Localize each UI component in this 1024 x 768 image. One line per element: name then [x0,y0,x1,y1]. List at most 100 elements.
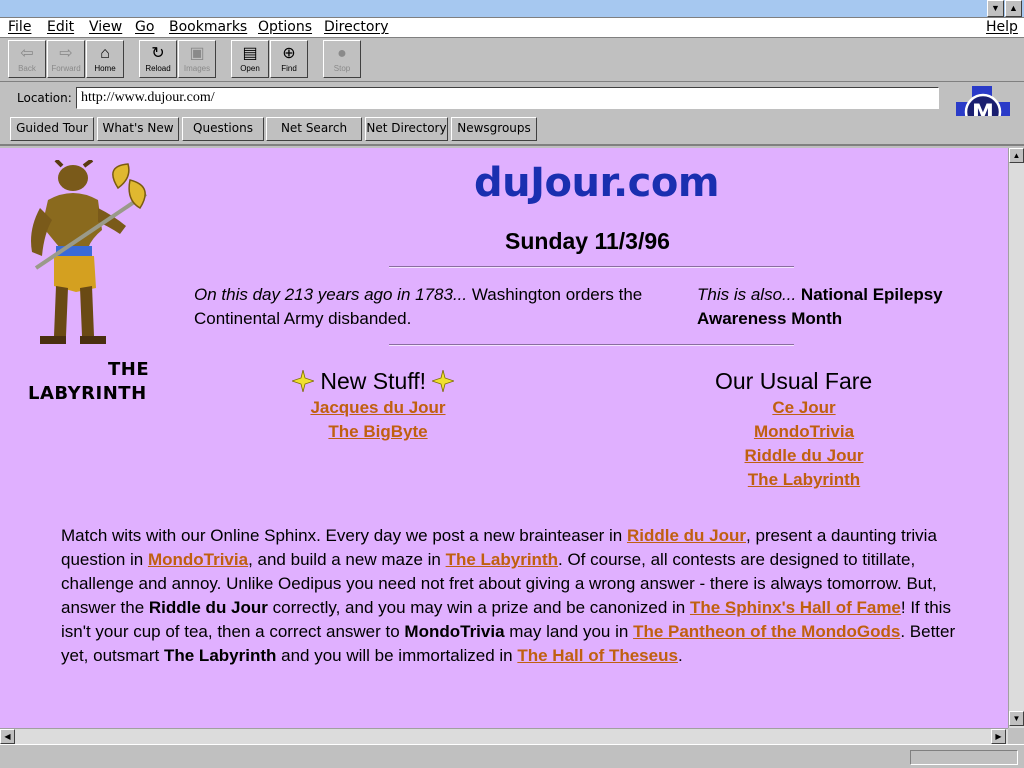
images-label: Images [183,64,211,73]
site-brand-title: duJour.com [474,160,720,206]
menu-edit[interactable]: Edit [47,19,74,35]
on-this-day-intro: On this day 213 years ago in 1783... [194,285,468,304]
intro-paragraph: Match wits with our Online Sphinx. Every… [61,524,961,668]
body-link[interactable]: The Labyrinth [446,550,558,569]
whats-new-button[interactable]: What's New [97,117,179,141]
page-content: THE LABYRINTH duJour.com Sunday 11/3/96 … [0,148,1008,728]
menu-file[interactable]: File [8,19,31,35]
body-link[interactable]: Riddle du Jour [627,526,746,545]
scrollbar-corner [1008,728,1024,744]
forward-arrow-icon: ⇨ [59,45,73,62]
home-button[interactable]: ⌂ Home [86,40,124,78]
body-bold-text: The Labyrinth [163,646,277,665]
stop-button[interactable]: ● Stop [323,40,361,78]
location-input[interactable]: http://www.dujour.com/ [76,87,939,109]
open-button[interactable]: ▤ Open [231,40,269,78]
body-text-segment: correctly, and you may win a prize and b… [267,598,690,617]
usual-fare-link-3: Riddle du Jour [704,446,904,466]
page-date: Sunday 11/3/96 [505,228,670,254]
divider [389,344,794,346]
maximize-button[interactable]: ▲ [1005,0,1022,17]
labyrinth-title-line2: LABYRINTH [28,383,147,404]
usual-fare-heading: Our Usual Fare [715,368,873,394]
directory-button-bar: Guided Tour What's New Questions Net Sea… [0,116,1024,146]
scroll-right-arrow-icon[interactable]: ▶ [991,729,1006,744]
window-title-bar: ▼ ▲ [0,0,1024,18]
mondotrivia-link[interactable]: MondoTrivia [754,422,854,441]
back-label: Back [18,64,36,73]
find-binoculars-icon: ⊕ [282,45,296,62]
images-icon: ▣ [189,45,205,62]
menu-directory[interactable]: Directory [324,19,389,35]
minotaur-illustration[interactable] [22,160,157,372]
jacques-du-jour-link[interactable]: Jacques du Jour [310,398,445,417]
open-label: Open [240,64,260,73]
this-is-also-intro: This is also... [697,285,797,304]
scroll-left-arrow-icon[interactable]: ◀ [0,729,15,744]
reload-label: Reload [145,64,171,73]
usual-fare-link-1: Ce Jour [704,398,904,418]
stop-icon: ● [337,45,347,62]
on-this-day-text: On this day 213 years ago in 1783... Was… [194,283,674,331]
home-icon: ⌂ [100,45,110,62]
body-text-segment: and you will be immortalized in [276,646,518,665]
riddle-du-jour-link[interactable]: Riddle du Jour [745,446,864,465]
images-button[interactable]: ▣ Images [178,40,216,78]
menu-options[interactable]: Options [258,19,312,35]
back-arrow-icon: ⇦ [20,45,34,62]
body-link[interactable]: The Sphinx's Hall of Fame [690,598,901,617]
newsgroups-button[interactable]: Newsgroups [451,117,537,141]
progress-indicator [910,750,1018,765]
guided-tour-button[interactable]: Guided Tour [10,117,94,141]
menu-go[interactable]: Go [135,19,154,35]
body-bold-text: Riddle du Jour [148,598,268,617]
body-text-segment: , and build a new maze in [248,550,446,569]
forward-label: Forward [51,64,81,73]
labyrinth-link[interactable]: The Labyrinth [748,470,860,489]
net-directory-button[interactable]: Net Directory [365,117,448,141]
ce-jour-link[interactable]: Ce Jour [772,398,835,417]
forward-button[interactable]: ⇨ Forward [47,40,85,78]
minimize-button[interactable]: ▼ [987,0,1004,17]
navigation-toolbar: ⇦ Back ⇨ Forward ⌂ Home ↻ Reload ▣ Image… [0,38,1024,82]
new-stuff-link-1: Jacques du Jour [278,398,478,418]
horizontal-scrollbar[interactable]: ◀ ▶ [0,728,1008,744]
find-button[interactable]: ⊕ Find [270,40,308,78]
divider [389,266,794,268]
net-search-button[interactable]: Net Search [266,117,362,141]
body-link[interactable]: The Hall of Theseus [517,646,678,665]
new-stuff-heading: New Stuff! [290,368,456,395]
location-bar: Location: http://www.dujour.com/ [0,82,1024,116]
stop-label: Stop [333,64,351,73]
home-label: Home [94,64,116,73]
menu-bar: File Edit View Go Bookmarks Options Dire… [0,18,1024,38]
body-link[interactable]: The Pantheon of the MondoGods [633,622,900,641]
this-is-also-text: This is also... National Epilepsy Awaren… [697,283,977,331]
new-stuff-title: New Stuff! [320,368,427,394]
reload-icon: ↻ [151,45,165,62]
status-bar [0,744,1024,768]
questions-button[interactable]: Questions [182,117,264,141]
reload-button[interactable]: ↻ Reload [139,40,177,78]
menu-bookmarks[interactable]: Bookmarks [169,19,247,35]
body-bold-text: MondoTrivia [404,622,505,641]
labyrinth-title-line1: THE [108,359,150,380]
body-link[interactable]: MondoTrivia [148,550,248,569]
menu-help[interactable]: Help [986,19,1018,35]
body-text-segment: . [677,646,683,665]
body-text-segment: Match wits with our Online Sphinx. Every… [61,526,627,545]
vertical-scrollbar[interactable]: ▲ ▼ [1008,148,1024,728]
menu-view[interactable]: View [89,19,122,35]
scroll-up-arrow-icon[interactable]: ▲ [1009,148,1024,163]
sparkle-icon [290,369,316,393]
sparkle-icon [431,369,456,393]
open-icon: ▤ [242,45,258,62]
back-button[interactable]: ⇦ Back [8,40,46,78]
usual-fare-link-4: The Labyrinth [704,470,904,490]
body-text-segment: may land you in [504,622,634,641]
new-stuff-link-2: The BigByte [278,422,478,442]
scroll-down-arrow-icon[interactable]: ▼ [1009,711,1024,726]
usual-fare-link-2: MondoTrivia [704,422,904,442]
location-label: Location: [17,91,72,105]
bigbyte-link[interactable]: The BigByte [328,422,427,441]
